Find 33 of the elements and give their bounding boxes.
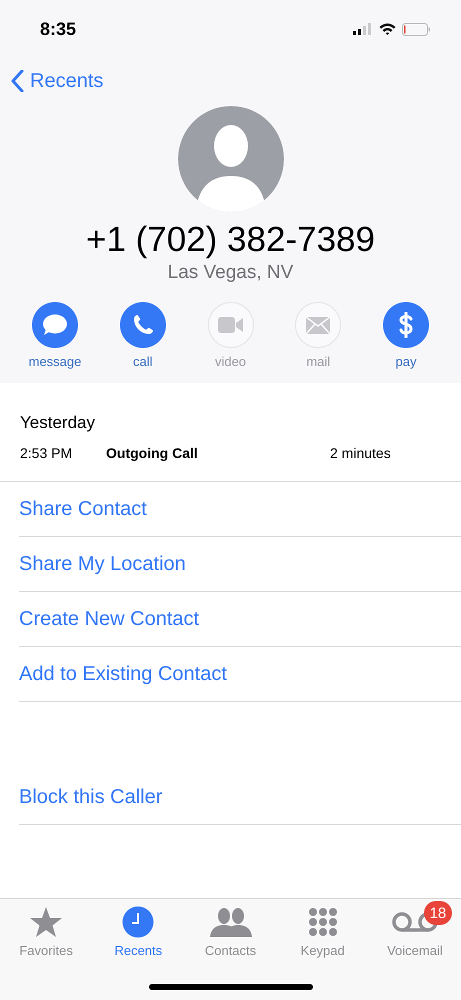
keypad-icon: [308, 907, 338, 937]
tab[interactable]: Keypad: [276, 905, 369, 958]
tab[interactable]: Contacts: [184, 905, 277, 958]
message-button[interactable]: message: [22, 302, 88, 369]
status-time: 8:35: [40, 18, 76, 40]
tab[interactable]: Favorites: [0, 905, 92, 958]
dollar-icon: [398, 312, 414, 338]
option-link[interactable]: Share Contact: [19, 498, 147, 520]
call-type: Outgoing Call: [106, 445, 199, 461]
video-camera-icon: [218, 317, 244, 333]
star-icon: [29, 906, 64, 938]
pay-button[interactable]: pay: [373, 302, 439, 369]
day-heading: Yesterday: [20, 413, 96, 433]
clock-icon: [122, 906, 154, 938]
option-link[interactable]: Share My Location: [19, 552, 186, 576]
tab[interactable]: Recents: [92, 905, 184, 958]
people-icon: [210, 907, 252, 937]
back-chevron-icon: [11, 70, 24, 92]
phone-number: +1 (702) 382-7389: [85, 220, 376, 260]
unread-count: 18: [424, 901, 452, 925]
back-button[interactable]: Recents: [11, 70, 104, 92]
speech-bubble-icon: [42, 313, 68, 337]
call-duration: 2 minutes: [330, 445, 391, 461]
location-text: Las Vegas, NV: [166, 262, 294, 284]
block-caller-link[interactable]: Block this Caller: [19, 786, 162, 808]
option-link[interactable]: Add to Existing Contact: [19, 662, 227, 686]
signal-icon: [353, 23, 373, 35]
option-link[interactable]: Create New Contact: [19, 608, 200, 630]
battery-icon: [402, 22, 431, 36]
call-time: 2:53 PM: [20, 445, 74, 461]
envelope-icon: [306, 316, 330, 334]
wifi-icon: [379, 23, 396, 35]
call-button[interactable]: call: [110, 302, 176, 369]
